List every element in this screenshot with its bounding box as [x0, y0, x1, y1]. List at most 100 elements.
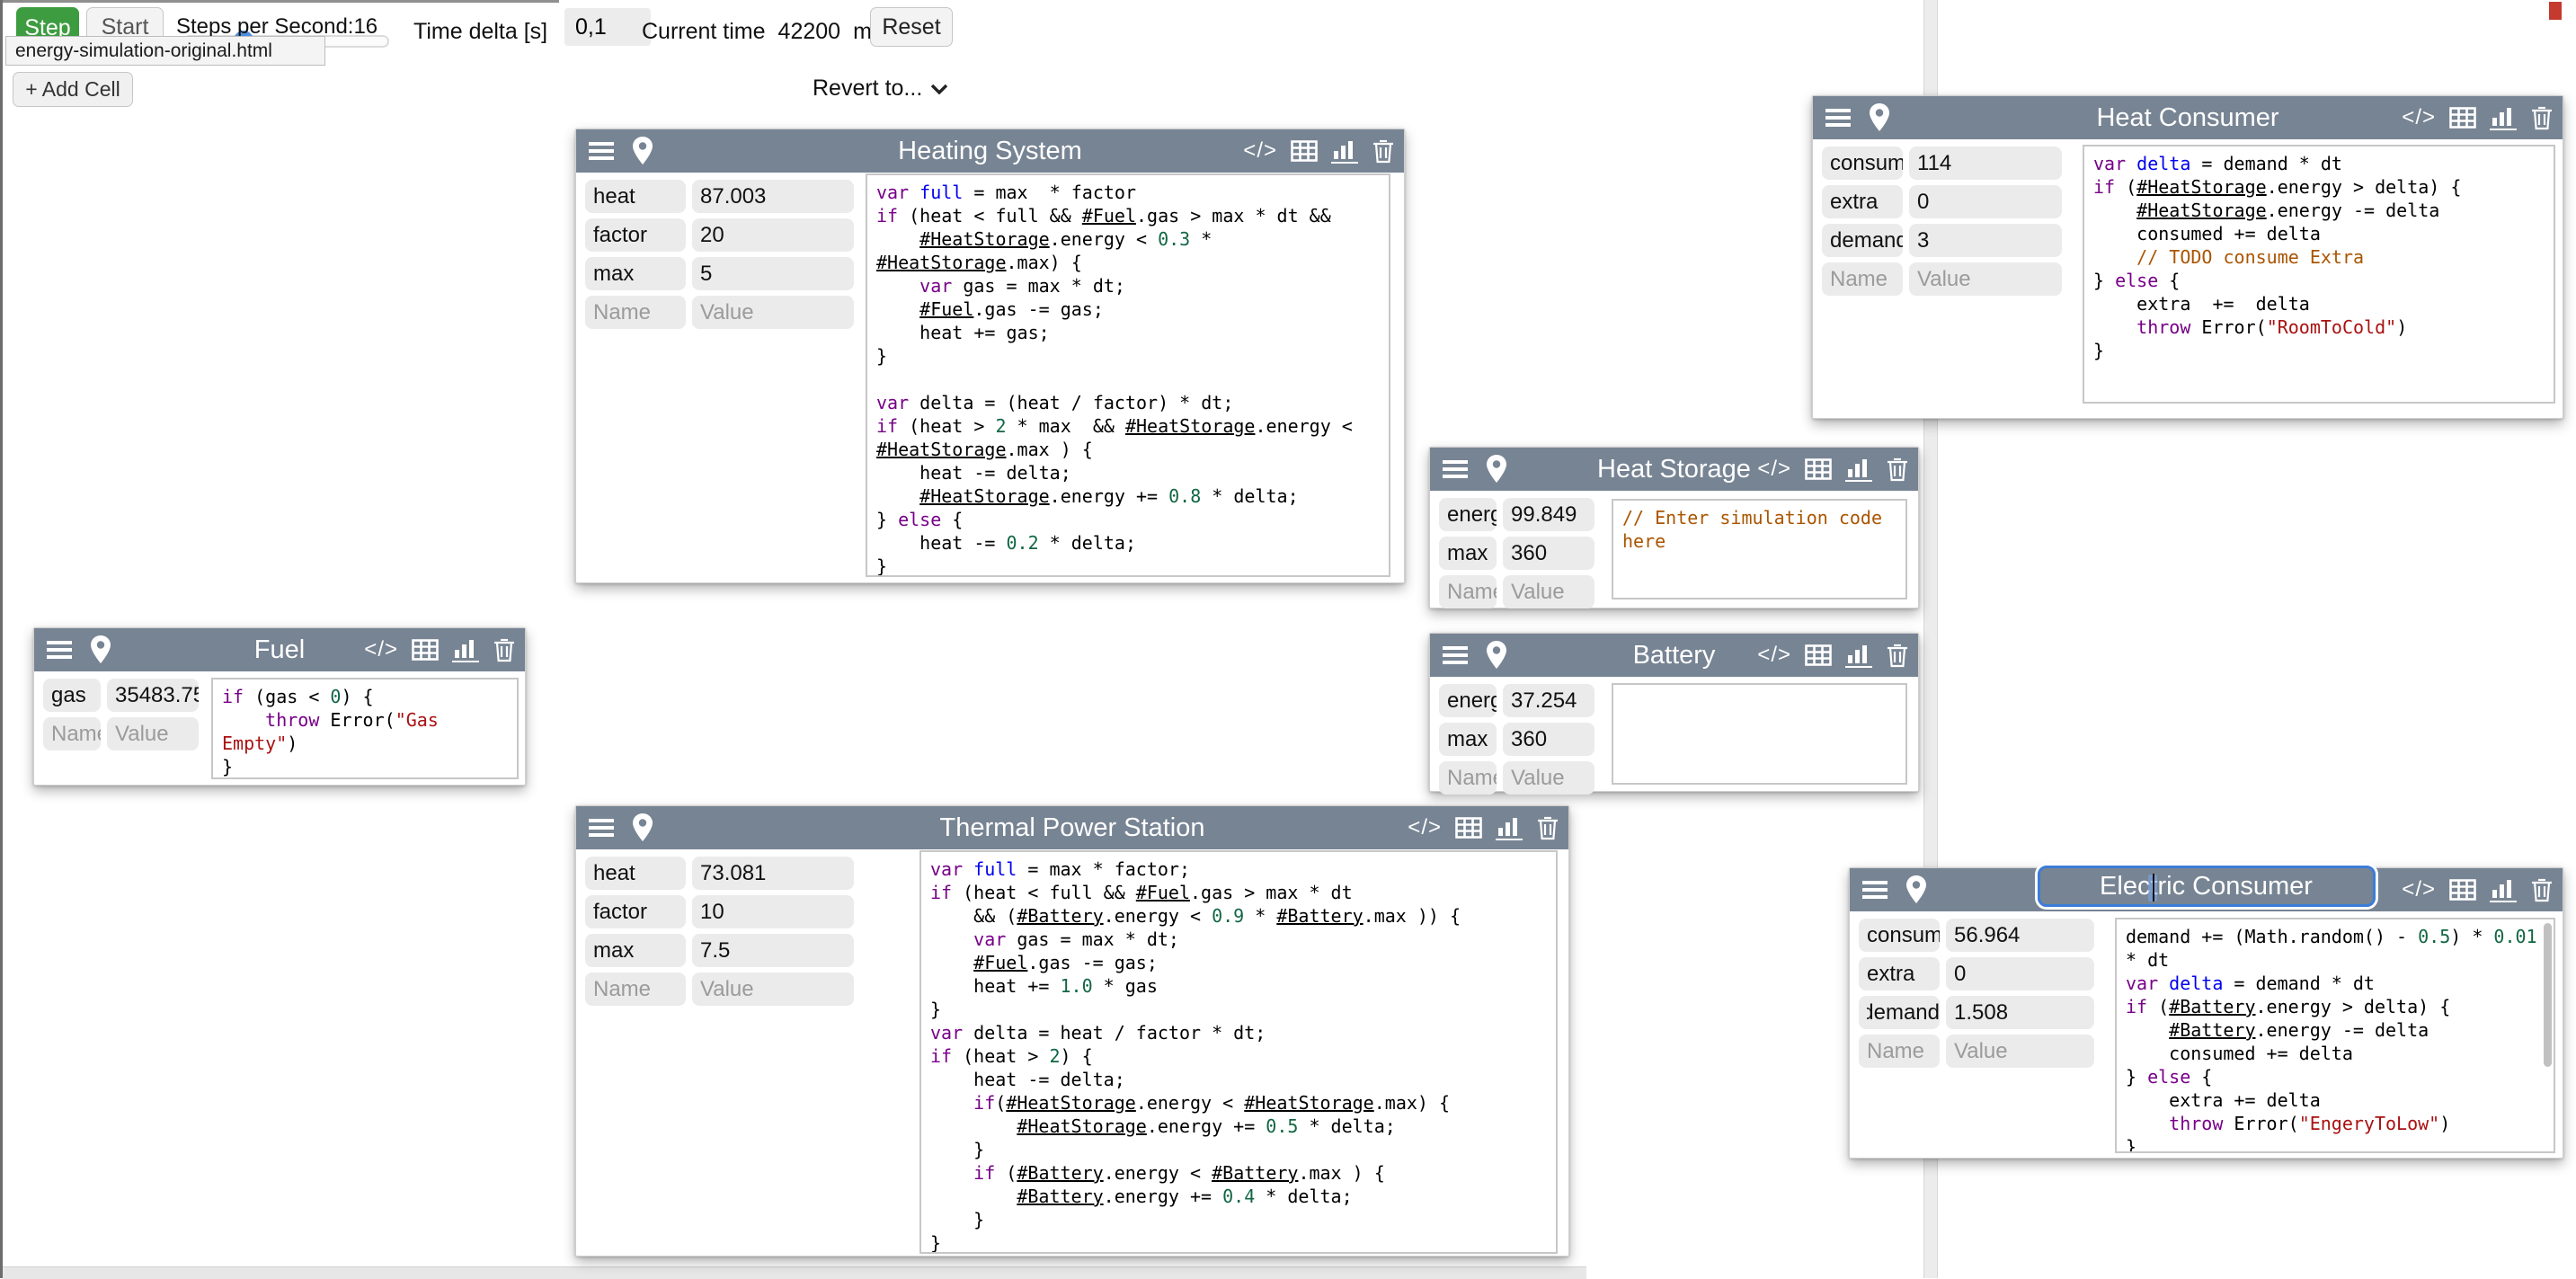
- new-variable-name-input[interactable]: [1439, 761, 1497, 795]
- chart-view-icon[interactable]: [452, 638, 479, 662]
- code-editor[interactable]: var full = max * factor;if (heat < full …: [919, 850, 1558, 1254]
- cell-title-editbox[interactable]: Electric Consumer: [2038, 866, 2376, 907]
- new-variable-value-input[interactable]: [1503, 761, 1594, 795]
- trash-icon[interactable]: [1886, 642, 1909, 669]
- new-variable-value-input[interactable]: [692, 973, 854, 1006]
- chart-view-icon[interactable]: [2490, 106, 2517, 130]
- cell-header[interactable]: Heat Consumer </>: [1813, 96, 2563, 139]
- code-editor[interactable]: if (gas < 0) { throw Error("GasEmpty")}: [211, 678, 519, 779]
- new-variable-value-input[interactable]: [107, 717, 199, 751]
- variable-name-input[interactable]: [1822, 224, 1903, 257]
- location-pin-icon[interactable]: [90, 635, 111, 664]
- trash-icon[interactable]: [2530, 876, 2554, 903]
- variable-value-input[interactable]: [1946, 919, 2094, 952]
- variable-value-input[interactable]: [692, 934, 854, 967]
- table-view-icon[interactable]: [1805, 458, 1832, 480]
- variable-name-input[interactable]: [585, 857, 686, 890]
- code-view-icon[interactable]: </>: [2402, 877, 2436, 902]
- menu-icon[interactable]: [589, 817, 616, 839]
- variable-name-input[interactable]: [1439, 684, 1497, 717]
- code-editor[interactable]: demand += (Math.random() - 0.5) * 0.01* …: [2115, 918, 2555, 1153]
- variable-name-input[interactable]: [1859, 996, 1940, 1029]
- location-pin-icon[interactable]: [632, 813, 653, 842]
- variable-value-input[interactable]: [107, 679, 199, 712]
- add-cell-button[interactable]: + Add Cell: [13, 72, 133, 107]
- cell-header[interactable]: Thermal Power Station </>: [576, 806, 1568, 849]
- cell-header[interactable]: Battery </>: [1430, 634, 1918, 677]
- variable-value-input[interactable]: [1503, 498, 1594, 531]
- location-pin-icon[interactable]: [1486, 455, 1507, 484]
- menu-icon[interactable]: [1443, 458, 1470, 480]
- variable-value-input[interactable]: [692, 895, 854, 928]
- location-pin-icon[interactable]: [1869, 103, 1890, 132]
- trash-icon[interactable]: [1536, 814, 1559, 841]
- chart-view-icon[interactable]: [1496, 816, 1523, 840]
- new-variable-name-input[interactable]: [585, 973, 686, 1006]
- variable-name-input[interactable]: [1439, 723, 1497, 756]
- variable-value-input[interactable]: [1946, 957, 2094, 990]
- code-view-icon[interactable]: </>: [1243, 138, 1277, 164]
- reset-button[interactable]: Reset: [870, 7, 953, 47]
- cell-header[interactable]: Electric Consumer </>: [1850, 868, 2563, 911]
- new-variable-name-input[interactable]: [585, 296, 686, 329]
- variable-name-input[interactable]: [585, 218, 686, 252]
- code-view-icon[interactable]: </>: [1408, 815, 1442, 840]
- code-view-icon[interactable]: </>: [1757, 457, 1791, 482]
- variable-name-input[interactable]: [43, 679, 101, 712]
- menu-icon[interactable]: [1443, 644, 1470, 666]
- table-view-icon[interactable]: [1291, 140, 1318, 162]
- variable-name-input[interactable]: [1439, 498, 1497, 531]
- new-variable-name-input[interactable]: [43, 717, 101, 751]
- variable-value-input[interactable]: [1909, 185, 2062, 218]
- code-view-icon[interactable]: </>: [364, 637, 398, 662]
- variable-value-input[interactable]: [1909, 147, 2062, 180]
- code-view-icon[interactable]: </>: [2402, 105, 2436, 130]
- trash-icon[interactable]: [2530, 104, 2554, 131]
- cell-header[interactable]: Heating System </>: [576, 129, 1404, 173]
- trash-icon[interactable]: [1372, 138, 1395, 164]
- variable-value-input[interactable]: [1503, 723, 1594, 756]
- variable-value-input[interactable]: [1946, 996, 2094, 1029]
- variable-value-input[interactable]: [692, 257, 854, 290]
- location-pin-icon[interactable]: [1486, 641, 1507, 670]
- variable-name-input[interactable]: [1439, 537, 1497, 570]
- new-variable-value-input[interactable]: [692, 296, 854, 329]
- revert-dropdown[interactable]: Revert to...: [813, 75, 948, 102]
- variable-name-input[interactable]: [1859, 957, 1940, 990]
- table-view-icon[interactable]: [1805, 644, 1832, 666]
- code-editor[interactable]: var full = max * factorif (heat < full &…: [866, 173, 1390, 577]
- variable-name-input[interactable]: [1859, 919, 1940, 952]
- variable-value-input[interactable]: [1909, 224, 2062, 257]
- variable-name-input[interactable]: [585, 934, 686, 967]
- cell-header[interactable]: Fuel </>: [34, 628, 525, 671]
- variable-value-input[interactable]: [692, 180, 854, 213]
- variable-value-input[interactable]: [692, 218, 854, 252]
- new-variable-value-input[interactable]: [1503, 575, 1594, 608]
- chart-view-icon[interactable]: [1845, 457, 1872, 482]
- chart-view-icon[interactable]: [2490, 878, 2517, 902]
- code-editor[interactable]: // Enter simulation codehere: [1612, 499, 1907, 600]
- cell-header[interactable]: Heat Storage </>: [1430, 448, 1918, 491]
- location-pin-icon[interactable]: [632, 137, 653, 165]
- table-view-icon[interactable]: [1455, 817, 1482, 839]
- menu-icon[interactable]: [589, 140, 616, 162]
- menu-icon[interactable]: [47, 639, 74, 661]
- table-view-icon[interactable]: [412, 639, 439, 661]
- variable-name-input[interactable]: [1822, 185, 1903, 218]
- new-variable-name-input[interactable]: [1439, 575, 1497, 608]
- variable-value-input[interactable]: [1503, 537, 1594, 570]
- code-view-icon[interactable]: </>: [1757, 643, 1791, 668]
- location-pin-icon[interactable]: [1905, 875, 1927, 904]
- menu-icon[interactable]: [1825, 107, 1852, 129]
- cell-title[interactable]: Electric Consumer: [2100, 872, 2313, 902]
- variable-name-input[interactable]: [585, 180, 686, 213]
- variable-value-input[interactable]: [692, 857, 854, 890]
- new-variable-name-input[interactable]: [1859, 1035, 1940, 1068]
- table-view-icon[interactable]: [2449, 107, 2476, 129]
- chart-view-icon[interactable]: [1331, 139, 1358, 164]
- code-editor[interactable]: var delta = demand * dtif (#HeatStorage.…: [2083, 145, 2555, 404]
- trash-icon[interactable]: [1886, 456, 1909, 483]
- variable-value-input[interactable]: [1503, 684, 1594, 717]
- variable-name-input[interactable]: [585, 257, 686, 290]
- trash-icon[interactable]: [493, 636, 516, 663]
